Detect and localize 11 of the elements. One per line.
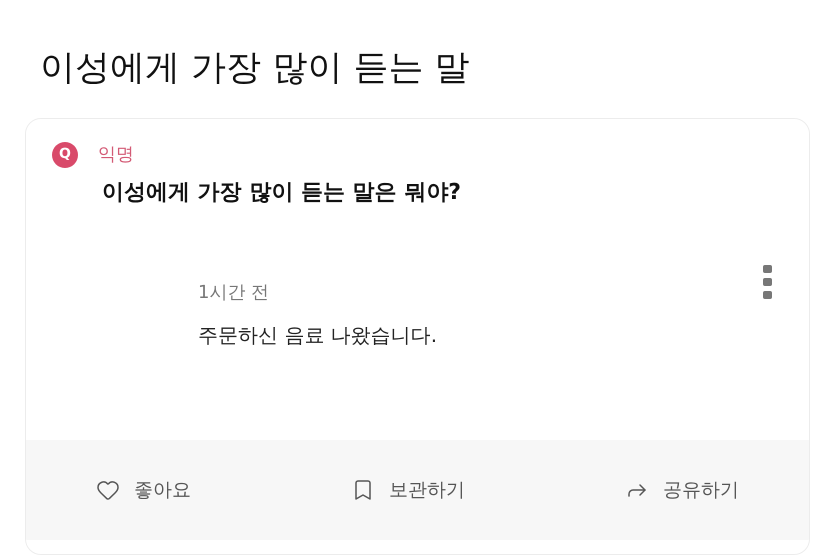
question-text: 이성에게 가장 많이 듣는 말은 뭐야? [102,179,462,207]
author-name: 익명 [98,143,134,167]
share-button[interactable]: 공유하기 [625,476,739,504]
more-button[interactable] [761,265,773,299]
answer-time: 1시간 전 [198,281,270,305]
bookmark-button[interactable]: 보관하기 [351,476,465,504]
avatar-badge: Q [52,142,78,168]
heart-icon [96,478,120,502]
like-button[interactable]: 좋아요 [96,476,191,504]
page-title: 이성에게 가장 많이 듣는 말 [40,47,471,90]
answer-text: 주문하신 음료 나왔습니다. [198,322,438,349]
